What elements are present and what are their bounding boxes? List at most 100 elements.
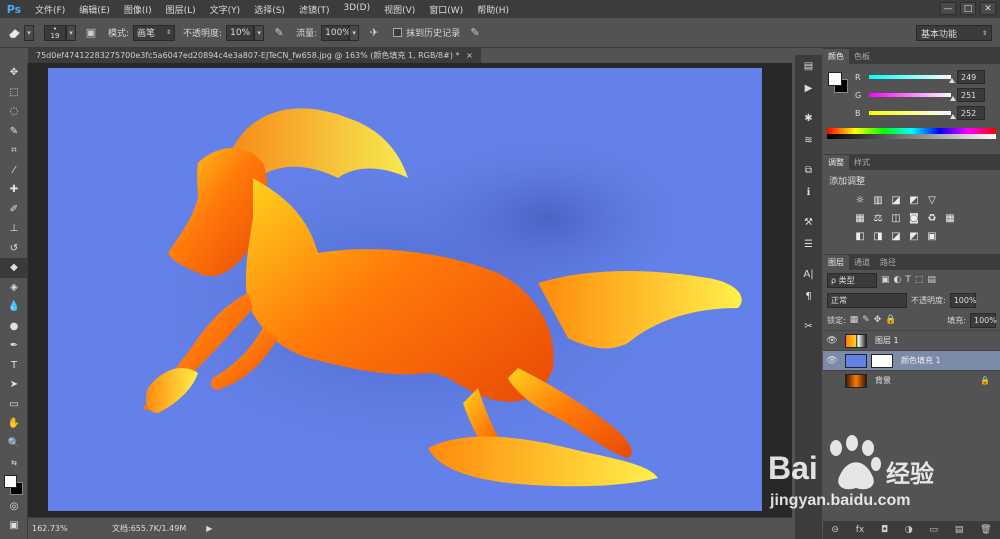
brush-panel-icon[interactable]: ▣ [82,24,100,42]
erase-history-checkbox[interactable] [393,28,403,37]
lock-position-icon[interactable]: ✥ [874,315,882,325]
menu-item[interactable]: 窗口(W) [422,3,470,16]
adjustment-icon[interactable]: ▦ [853,211,867,225]
layers-footer-icon[interactable]: ⊝ [831,525,839,535]
color-fg-swatch[interactable] [828,72,842,86]
character-panel-icon[interactable]: A| [795,263,822,285]
tab-channels[interactable]: 通道 [849,255,875,270]
history-brush-tool-icon[interactable]: ↺ [0,239,28,259]
airbrush-icon[interactable]: ✈ [365,24,383,42]
menu-item[interactable]: 视图(V) [377,3,422,16]
zoom-tool-icon[interactable]: 🔍 [0,434,28,454]
slider-knob[interactable] [949,96,956,101]
tab-layers[interactable]: 图层 [823,255,849,270]
document-close-icon[interactable]: × [466,51,473,60]
tool-preset-dropdown[interactable]: ▾ [24,24,34,41]
lock-pixels-icon[interactable]: ✎ [862,315,870,325]
lasso-tool-icon[interactable]: ◌ [0,102,28,122]
color-spectrum[interactable] [827,128,996,139]
menu-item[interactable]: 帮助(H) [470,3,516,16]
adjustment-icon[interactable]: ◩ [907,229,921,243]
status-menu-arrow[interactable]: ▶ [206,524,212,533]
artwork-canvas[interactable] [48,68,762,511]
menu-item[interactable]: 选择(S) [247,3,292,16]
tab-paths[interactable]: 路径 [875,255,901,270]
tools-settings-icon[interactable]: ✂ [795,315,822,337]
brush-picker-dropdown[interactable]: ▾ [66,24,76,41]
adjustment-icon[interactable]: ◨ [871,229,885,243]
layers-footer-icon[interactable]: ▭ [930,525,939,535]
menu-item[interactable]: 图像(I) [117,3,159,16]
filter-adjust-icon[interactable]: ◐ [894,275,902,285]
channel-value[interactable]: 252 [957,106,985,120]
eyedropper-tool-icon[interactable]: ⁄ [0,161,28,181]
menu-item[interactable]: 3D(D) [336,3,377,16]
menu-item[interactable]: 滤镜(T) [292,3,337,16]
menu-item[interactable]: 图层(L) [159,3,203,16]
adjustment-icon[interactable]: ◪ [889,193,903,207]
brush-tool-icon[interactable]: ✐ [0,200,28,220]
layers-footer-icon[interactable]: 🗑 [980,525,991,535]
adjustment-icon[interactable]: ◪ [889,229,903,243]
tab-adjustments[interactable]: 调整 [823,155,849,170]
slider-knob[interactable] [950,114,957,119]
tool-presets-icon[interactable]: ⚒ [795,211,822,233]
minimize-button[interactable]: — [940,2,956,15]
brush-presets-icon[interactable]: ✱ [795,107,822,129]
clone-stamp-tool-icon[interactable]: ⊥ [0,219,28,239]
filter-type-icon[interactable]: T [905,275,911,285]
layer-visibility-icon[interactable]: 👁 [823,336,841,346]
layers-footer-icon[interactable]: fx [856,525,865,535]
adjustment-icon[interactable]: ◙ [907,211,921,225]
eraser-tool-icon[interactable]: ◆ [0,258,28,278]
pressure-size-icon[interactable]: ✎ [466,24,484,42]
tab-color[interactable]: 颜色 [823,49,849,64]
tab-styles[interactable]: 样式 [849,155,875,170]
hand-tool-icon[interactable]: ✋ [0,414,28,434]
quick-mask-icon[interactable]: ◎ [0,497,28,517]
layers-footer-icon[interactable]: ▤ [955,525,964,535]
brush-panel-dock-icon[interactable]: ≋ [795,129,822,151]
channel-value[interactable]: 251 [957,88,985,102]
zoom-level[interactable]: 162.73% [32,524,72,533]
quick-select-tool-icon[interactable]: ✎ [0,122,28,142]
menu-item[interactable]: 文件(F) [28,3,72,16]
fill-field[interactable]: 100% [970,312,997,328]
foreground-color-swatch[interactable] [4,474,17,488]
opacity-dropdown[interactable]: ▾ [254,24,265,41]
move-tool-icon[interactable]: ✥ [0,63,28,83]
filter-shape-icon[interactable]: ⬚ [915,275,924,285]
pen-tool-icon[interactable]: ✒ [0,336,28,356]
channel-slider[interactable] [869,75,956,83]
layer-row[interactable]: 背景 🔒 [823,370,1000,390]
slider-knob[interactable] [949,78,956,83]
actions-panel-icon[interactable]: ▶ [795,77,822,99]
menu-item[interactable]: 编辑(E) [72,3,117,16]
crop-tool-icon[interactable]: ⌗ [0,141,28,161]
close-button[interactable]: ✕ [980,2,996,15]
flow-dropdown[interactable]: ▾ [349,24,360,41]
history-panel-icon[interactable]: ▤ [795,55,822,77]
lock-all-icon[interactable]: 🔒 [885,315,896,325]
adjustment-icon[interactable]: ▥ [871,193,885,207]
layer-filter-select[interactable]: ρ 类型 [827,272,877,288]
blend-mode-select[interactable]: 正常 [827,292,907,308]
screen-mode-icon[interactable]: ▣ [0,516,28,536]
dodge-tool-icon[interactable]: ● [0,317,28,337]
maximize-button[interactable]: □ [960,2,976,15]
layers-footer-icon[interactable]: ◘ [881,525,888,535]
flow-field[interactable]: 100% [321,24,351,41]
layer-row[interactable]: 👁 颜色填充 1 [823,350,1000,370]
properties-icon[interactable]: ☰ [795,233,822,255]
mode-select[interactable]: 画笔 ⇕ [133,24,176,41]
layer-visibility-icon[interactable]: 👁 [823,356,841,366]
brush-size-picker[interactable]: • 19 [44,24,66,41]
tab-swatches[interactable]: 色板 [849,49,875,64]
adjustment-icon[interactable]: ◩ [907,193,921,207]
adjustment-icon[interactable]: ☼ [853,193,867,207]
type-tool-icon[interactable]: T [0,356,28,376]
adjustment-icon[interactable]: ▽ [925,193,939,207]
paint-bucket-tool-icon[interactable]: ◈ [0,278,28,298]
layer-opacity-field[interactable]: 100% [949,292,977,308]
channel-slider[interactable] [869,111,957,119]
